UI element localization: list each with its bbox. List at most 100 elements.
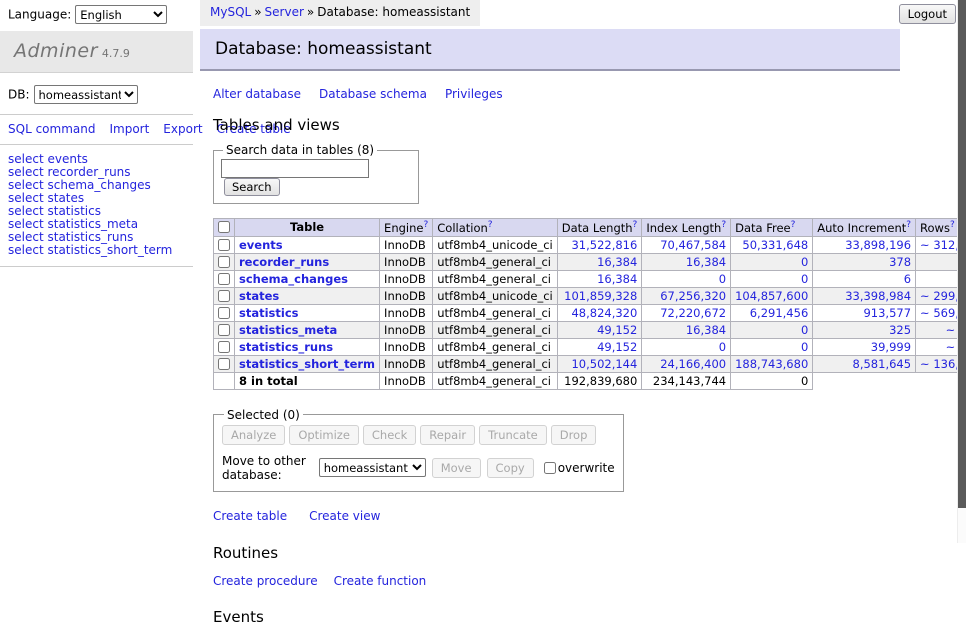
- alter-database-link[interactable]: Alter database: [213, 87, 301, 101]
- optimize-button[interactable]: Optimize: [289, 425, 359, 445]
- row-checkbox[interactable]: [218, 324, 230, 336]
- table-name-link[interactable]: schema_changes: [239, 272, 348, 286]
- index-length-link[interactable]: 0: [719, 340, 726, 354]
- index-length-link[interactable]: 16,384: [686, 255, 726, 269]
- analyze-button[interactable]: Analyze: [222, 425, 285, 445]
- table-name-link[interactable]: events: [47, 152, 87, 166]
- data-length-link[interactable]: 49,152: [597, 340, 637, 354]
- auto-increment-link[interactable]: 33,898,196: [845, 238, 911, 252]
- table-name-link[interactable]: recorder_runs: [239, 255, 329, 269]
- move-database-select[interactable]: homeassistant: [319, 458, 426, 477]
- help-link[interactable]: ?: [488, 220, 493, 230]
- language-select[interactable]: English: [75, 5, 167, 24]
- copy-button[interactable]: Copy: [487, 458, 534, 478]
- data-length-link[interactable]: 10,502,144: [571, 357, 637, 371]
- auto-increment-link[interactable]: 325: [889, 323, 911, 337]
- privileges-link[interactable]: Privileges: [445, 87, 503, 101]
- auto-increment-link[interactable]: 39,999: [871, 340, 911, 354]
- table-name-link[interactable]: states: [47, 191, 84, 205]
- create-table-link[interactable]: Create table: [213, 509, 287, 523]
- sql-command-link[interactable]: SQL command: [8, 122, 95, 136]
- select-link[interactable]: select: [8, 191, 44, 205]
- breadcrumb-server-link[interactable]: Server: [265, 5, 304, 19]
- overwrite-checkbox[interactable]: [544, 462, 556, 474]
- index-length-link[interactable]: 72,220,672: [660, 306, 726, 320]
- row-checkbox[interactable]: [218, 239, 230, 251]
- table-name-link[interactable]: statistics_runs: [47, 230, 133, 244]
- auto-increment-link[interactable]: 378: [889, 255, 911, 269]
- help-link[interactable]: ?: [906, 220, 911, 230]
- check-button[interactable]: Check: [363, 425, 416, 445]
- help-link[interactable]: ?: [633, 220, 638, 230]
- row-checkbox[interactable]: [218, 307, 230, 319]
- truncate-button[interactable]: Truncate: [479, 425, 547, 445]
- select-link[interactable]: select: [8, 152, 44, 166]
- index-length-link[interactable]: 0: [719, 272, 726, 286]
- index-length-link[interactable]: 67,256,320: [660, 289, 726, 303]
- index-length-link[interactable]: 70,467,584: [660, 238, 726, 252]
- row-checkbox[interactable]: [218, 256, 230, 268]
- scrollbar-thumb[interactable]: [958, 0, 966, 508]
- help-link[interactable]: ?: [950, 220, 955, 230]
- import-link[interactable]: Import: [109, 122, 149, 136]
- row-checkbox[interactable]: [218, 341, 230, 353]
- breadcrumb-mysql-link[interactable]: MySQL: [210, 5, 251, 19]
- data-free-link[interactable]: 50,331,648: [742, 238, 808, 252]
- table-name-link[interactable]: schema_changes: [47, 178, 150, 192]
- data-free-link[interactable]: 188,743,680: [735, 357, 808, 371]
- data-length-link[interactable]: 16,384: [597, 272, 637, 286]
- table-name-link[interactable]: states: [239, 289, 279, 303]
- data-length-link[interactable]: 101,859,328: [564, 289, 637, 303]
- table-name-link[interactable]: statistics: [47, 204, 101, 218]
- help-link[interactable]: ?: [423, 220, 428, 230]
- index-length-link[interactable]: 24,166,400: [660, 357, 726, 371]
- help-link[interactable]: ?: [791, 220, 796, 230]
- auto-increment-link[interactable]: 913,577: [863, 306, 911, 320]
- help-link[interactable]: ?: [721, 220, 726, 230]
- data-free-link[interactable]: 0: [801, 340, 808, 354]
- auto-increment-link[interactable]: 33,398,984: [845, 289, 911, 303]
- repair-button[interactable]: Repair: [420, 425, 475, 445]
- logout-button[interactable]: Logout: [899, 4, 956, 24]
- data-length-link[interactable]: 49,152: [597, 323, 637, 337]
- index-length-link[interactable]: 16,384: [686, 323, 726, 337]
- table-name-link[interactable]: events: [239, 238, 283, 252]
- data-length-link[interactable]: 16,384: [597, 255, 637, 269]
- auto-increment-link[interactable]: 6: [904, 272, 911, 286]
- data-length-link[interactable]: 48,824,320: [571, 306, 637, 320]
- create-procedure-link[interactable]: Create procedure: [213, 574, 318, 588]
- move-button[interactable]: Move: [432, 458, 481, 478]
- row-checkbox[interactable]: [218, 358, 230, 370]
- select-all-checkbox[interactable]: [218, 221, 230, 233]
- table-name-link[interactable]: statistics_meta: [47, 217, 138, 231]
- data-free-link[interactable]: 0: [801, 323, 808, 337]
- database-schema-link[interactable]: Database schema: [319, 87, 427, 101]
- table-name-link[interactable]: statistics_short_term: [239, 357, 375, 371]
- data-length-link[interactable]: 31,522,816: [571, 238, 637, 252]
- table-name-link[interactable]: statistics_meta: [239, 323, 337, 337]
- table-name-link[interactable]: recorder_runs: [47, 165, 130, 179]
- search-button[interactable]: Search: [224, 178, 280, 196]
- select-link[interactable]: select: [8, 178, 44, 192]
- create-view-link[interactable]: Create view: [309, 509, 380, 523]
- select-link[interactable]: select: [8, 243, 44, 257]
- data-free-link[interactable]: 0: [801, 272, 808, 286]
- table-name-link[interactable]: statistics: [239, 306, 299, 320]
- row-checkbox[interactable]: [218, 273, 230, 285]
- data-free-link[interactable]: 0: [801, 255, 808, 269]
- drop-button[interactable]: Drop: [551, 425, 597, 445]
- search-input[interactable]: [221, 159, 369, 178]
- select-link[interactable]: select: [8, 230, 44, 244]
- data-free-link[interactable]: 6,291,456: [750, 306, 809, 320]
- auto-increment-link[interactable]: 8,581,645: [853, 357, 912, 371]
- export-link[interactable]: Export: [163, 122, 202, 136]
- create-function-link[interactable]: Create function: [334, 574, 427, 588]
- data-free-link[interactable]: 104,857,600: [735, 289, 808, 303]
- row-checkbox[interactable]: [218, 290, 230, 302]
- db-select[interactable]: homeassistant: [34, 85, 138, 104]
- select-link[interactable]: select: [8, 217, 44, 231]
- table-name-link[interactable]: statistics_runs: [239, 340, 333, 354]
- table-name-link[interactable]: statistics_short_term: [47, 243, 172, 257]
- select-link[interactable]: select: [8, 204, 44, 218]
- select-link[interactable]: select: [8, 165, 44, 179]
